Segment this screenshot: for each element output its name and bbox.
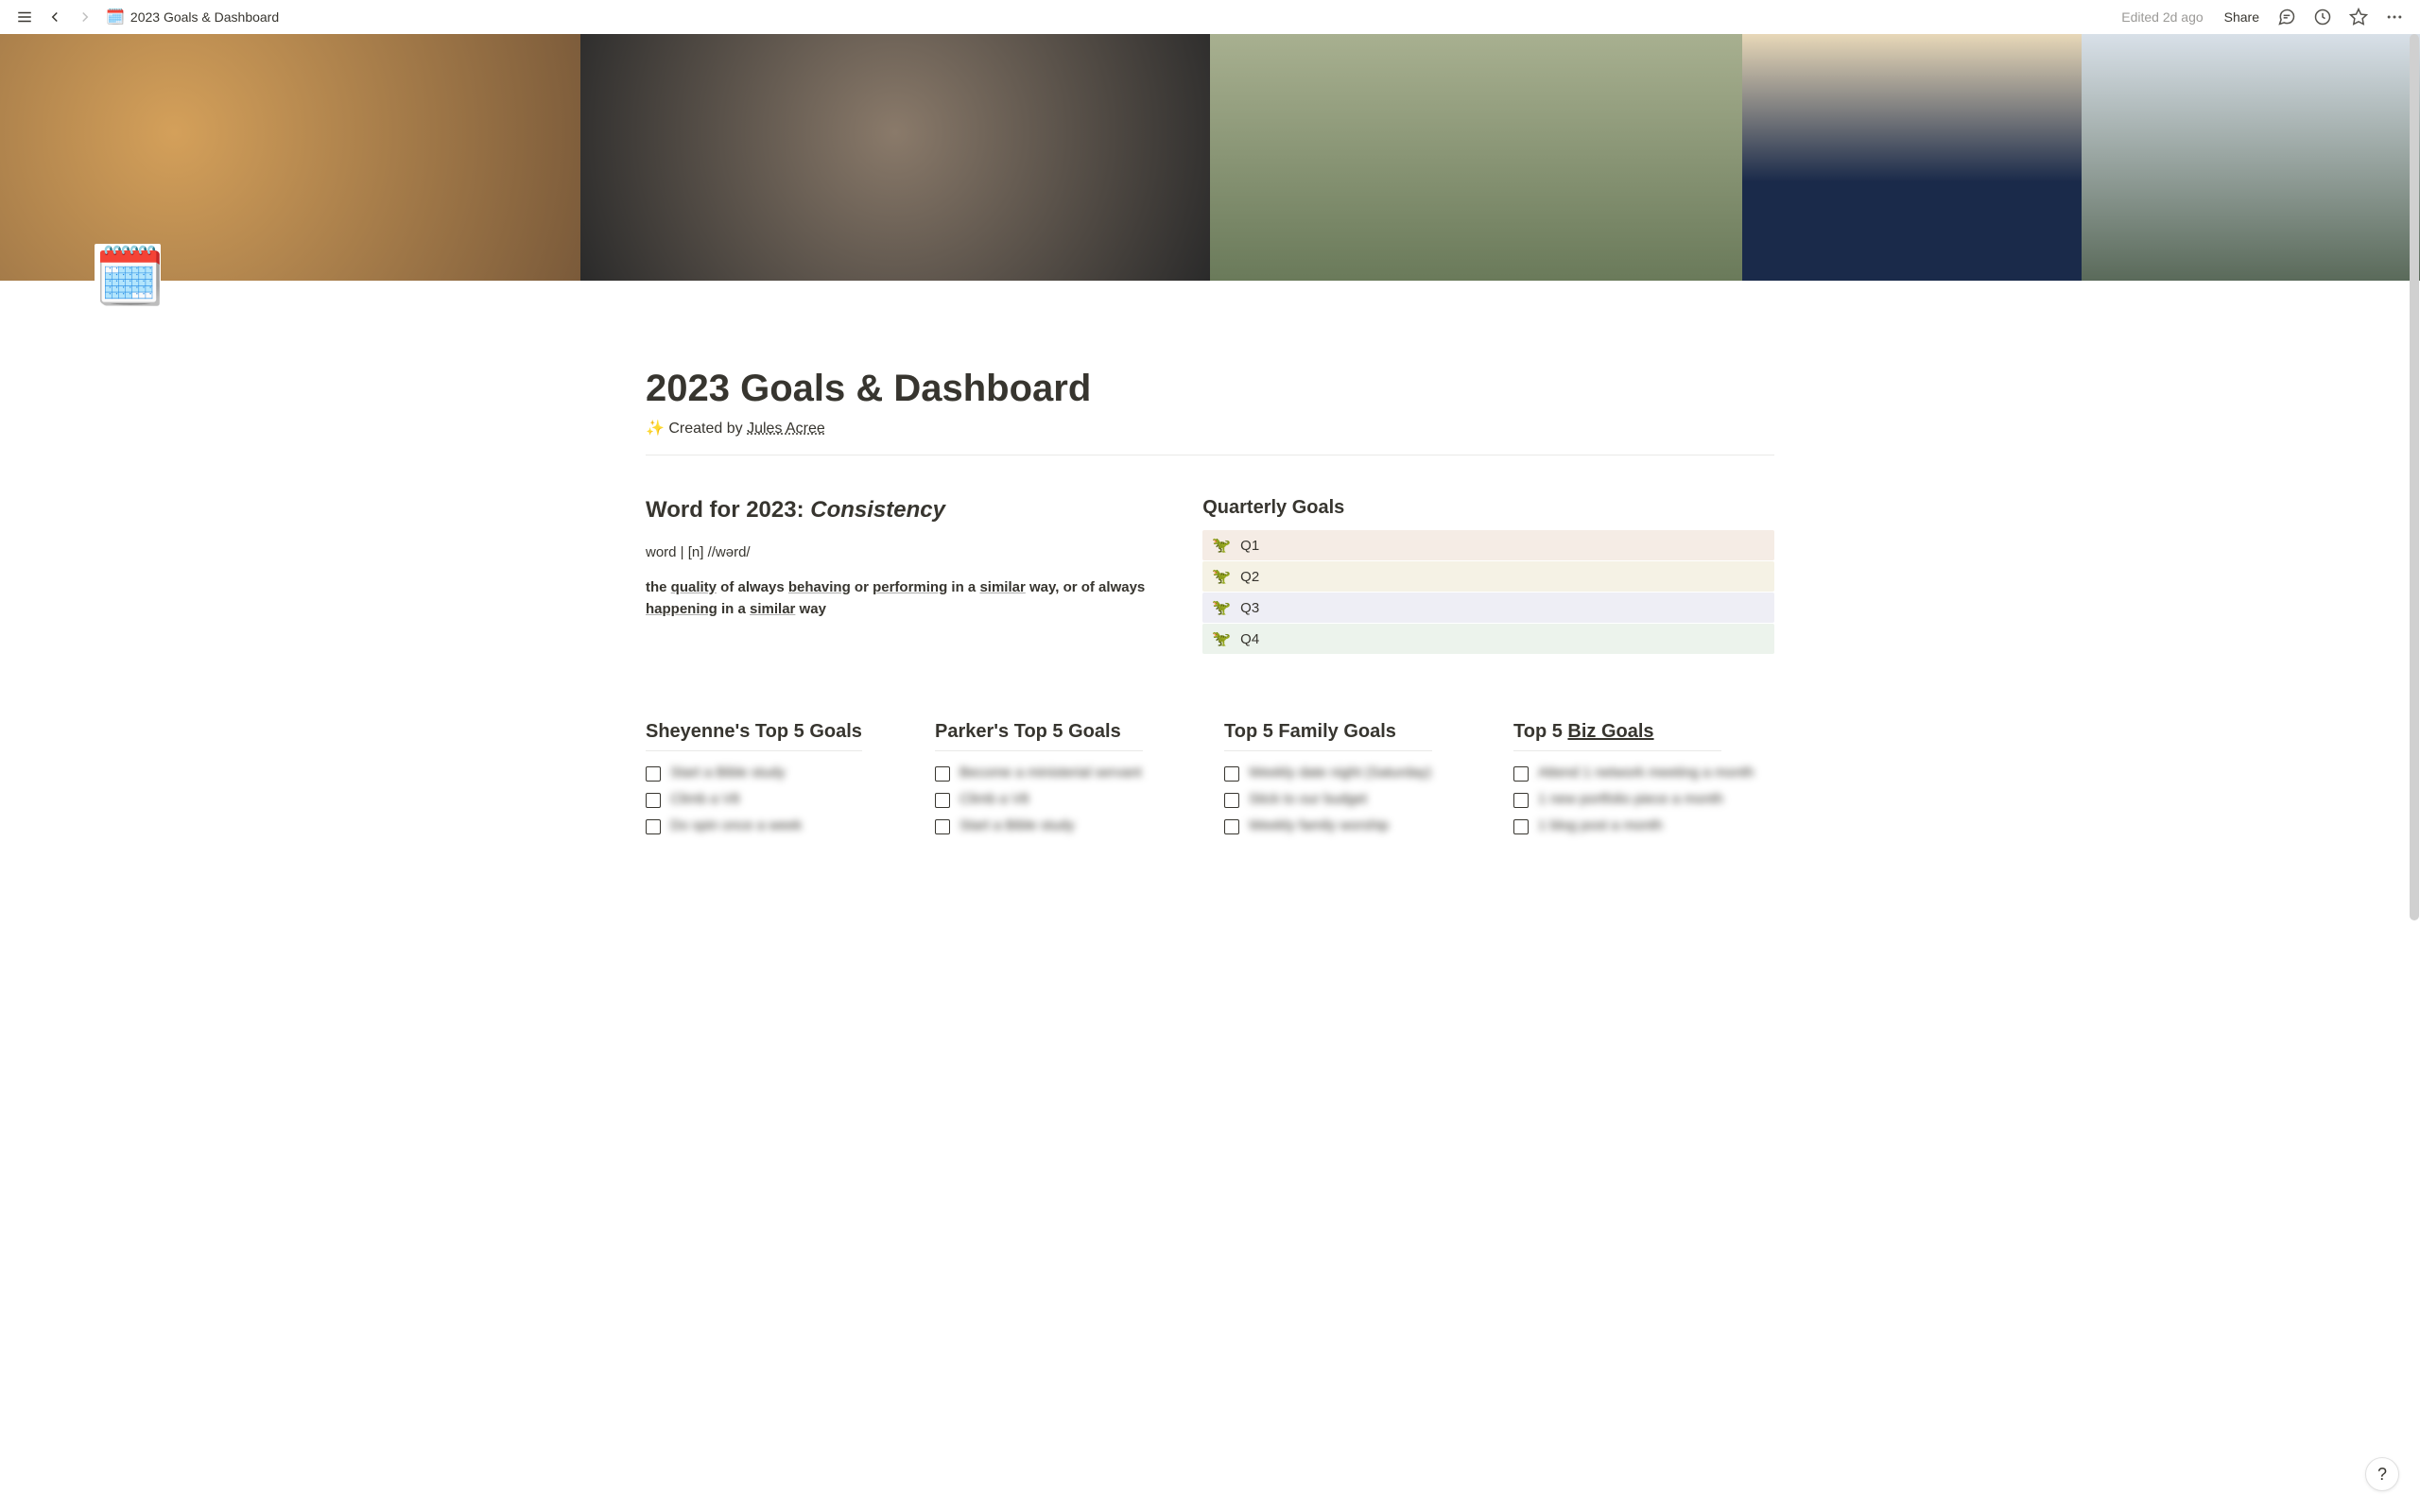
dino-icon: 🦖 bbox=[1212, 536, 1231, 555]
dino-icon: 🦖 bbox=[1212, 598, 1231, 617]
quarter-link-q1[interactable]: 🦖Q1 bbox=[1202, 530, 1774, 560]
todo-item[interactable]: Start a Bible study bbox=[646, 765, 907, 782]
quarter-link-q2[interactable]: 🦖Q2 bbox=[1202, 561, 1774, 592]
scrollbar[interactable] bbox=[2410, 34, 2419, 1512]
checkbox[interactable] bbox=[1513, 793, 1529, 808]
goal-heading[interactable]: Top 5 Biz Goals bbox=[1513, 721, 1721, 751]
checkbox[interactable] bbox=[646, 766, 661, 782]
hamburger-icon[interactable] bbox=[11, 4, 38, 30]
checkbox[interactable] bbox=[646, 819, 661, 834]
sparkle-icon: ✨ bbox=[646, 421, 665, 437]
todo-item[interactable]: Weekly date night (Saturday) bbox=[1224, 765, 1485, 782]
topbar-right: Edited 2d ago Share bbox=[2121, 3, 2409, 31]
page-title-breadcrumb: 2023 Goals & Dashboard bbox=[130, 9, 279, 25]
goal-heading[interactable]: Top 5 Family Goals bbox=[1224, 721, 1432, 751]
breadcrumb[interactable]: 🗓️ 2023 Goals & Dashboard bbox=[106, 8, 279, 26]
checkbox[interactable] bbox=[1513, 766, 1529, 782]
todo-item[interactable]: 1 blog post a month bbox=[1513, 817, 1774, 834]
checkbox[interactable] bbox=[935, 766, 950, 782]
goal-column-1: Parker's Top 5 Goals Become a ministeria… bbox=[935, 721, 1196, 844]
help-button[interactable]: ? bbox=[2365, 1457, 2399, 1491]
checkbox[interactable] bbox=[1224, 819, 1239, 834]
todo-item[interactable]: Become a ministerial servant bbox=[935, 765, 1196, 782]
goal-column-2: Top 5 Family Goals Weekly date night (Sa… bbox=[1224, 721, 1485, 844]
todo-item[interactable]: Climb a V8 bbox=[646, 791, 907, 808]
definition[interactable]: the quality of always behaving or perfor… bbox=[646, 577, 1165, 620]
author-link[interactable]: Jules Acree bbox=[747, 421, 825, 437]
goal-heading[interactable]: Parker's Top 5 Goals bbox=[935, 721, 1143, 751]
quarter-link-q3[interactable]: 🦖Q3 bbox=[1202, 593, 1774, 623]
scrollbar-thumb[interactable] bbox=[2410, 34, 2419, 920]
todo-item[interactable]: 1 new portfolio piece a month bbox=[1513, 791, 1774, 808]
cover-image[interactable] bbox=[0, 34, 2420, 281]
topbar: 🗓️ 2023 Goals & Dashboard Edited 2d ago … bbox=[0, 0, 2420, 34]
todo-item[interactable]: Climb a V8 bbox=[935, 791, 1196, 808]
checkbox[interactable] bbox=[935, 793, 950, 808]
page-icon-large[interactable]: 🗓️ bbox=[95, 244, 161, 310]
created-by-line: ✨ Created by Jules Acree bbox=[646, 419, 1774, 455]
more-icon[interactable] bbox=[2380, 3, 2409, 31]
back-icon[interactable] bbox=[42, 4, 68, 30]
forward-icon bbox=[72, 4, 98, 30]
goal-column-3: Top 5 Biz Goals Attend 1 network meeting… bbox=[1513, 721, 1774, 844]
quarterly-heading[interactable]: Quarterly Goals bbox=[1202, 497, 1774, 519]
goal-heading[interactable]: Sheyenne's Top 5 Goals bbox=[646, 721, 862, 751]
todo-item[interactable]: Stick to our budget bbox=[1224, 791, 1485, 808]
share-button[interactable]: Share bbox=[2219, 6, 2265, 28]
quarter-link-q4[interactable]: 🦖Q4 bbox=[1202, 624, 1774, 654]
page-title[interactable]: 2023 Goals & Dashboard bbox=[646, 366, 1774, 411]
todo-item[interactable]: Weekly family worship bbox=[1224, 817, 1485, 834]
goal-column-0: Sheyenne's Top 5 Goals Start a Bible stu… bbox=[646, 721, 907, 844]
dino-icon: 🦖 bbox=[1212, 567, 1231, 586]
history-icon[interactable] bbox=[2308, 3, 2337, 31]
comments-icon[interactable] bbox=[2273, 3, 2301, 31]
star-icon[interactable] bbox=[2344, 3, 2373, 31]
edited-label: Edited 2d ago bbox=[2121, 9, 2203, 25]
word-heading[interactable]: Word for 2023: Consistency bbox=[646, 497, 1165, 524]
checkbox[interactable] bbox=[1224, 793, 1239, 808]
checkbox[interactable] bbox=[646, 793, 661, 808]
dino-icon: 🦖 bbox=[1212, 629, 1231, 648]
checkbox[interactable] bbox=[1224, 766, 1239, 782]
page-icon-small: 🗓️ bbox=[106, 8, 125, 26]
created-by-prefix: Created by bbox=[668, 421, 747, 437]
page-content: 2023 Goals & Dashboard ✨ Created by Jule… bbox=[646, 281, 1774, 882]
pronunciation[interactable]: word | [n] //wərd/ bbox=[646, 544, 1165, 560]
todo-item[interactable]: Do spin once a week bbox=[646, 817, 907, 834]
todo-item[interactable]: Start a Bible study bbox=[935, 817, 1196, 834]
checkbox[interactable] bbox=[1513, 819, 1529, 834]
todo-item[interactable]: Attend 1 network meeting a month bbox=[1513, 765, 1774, 782]
checkbox[interactable] bbox=[935, 819, 950, 834]
